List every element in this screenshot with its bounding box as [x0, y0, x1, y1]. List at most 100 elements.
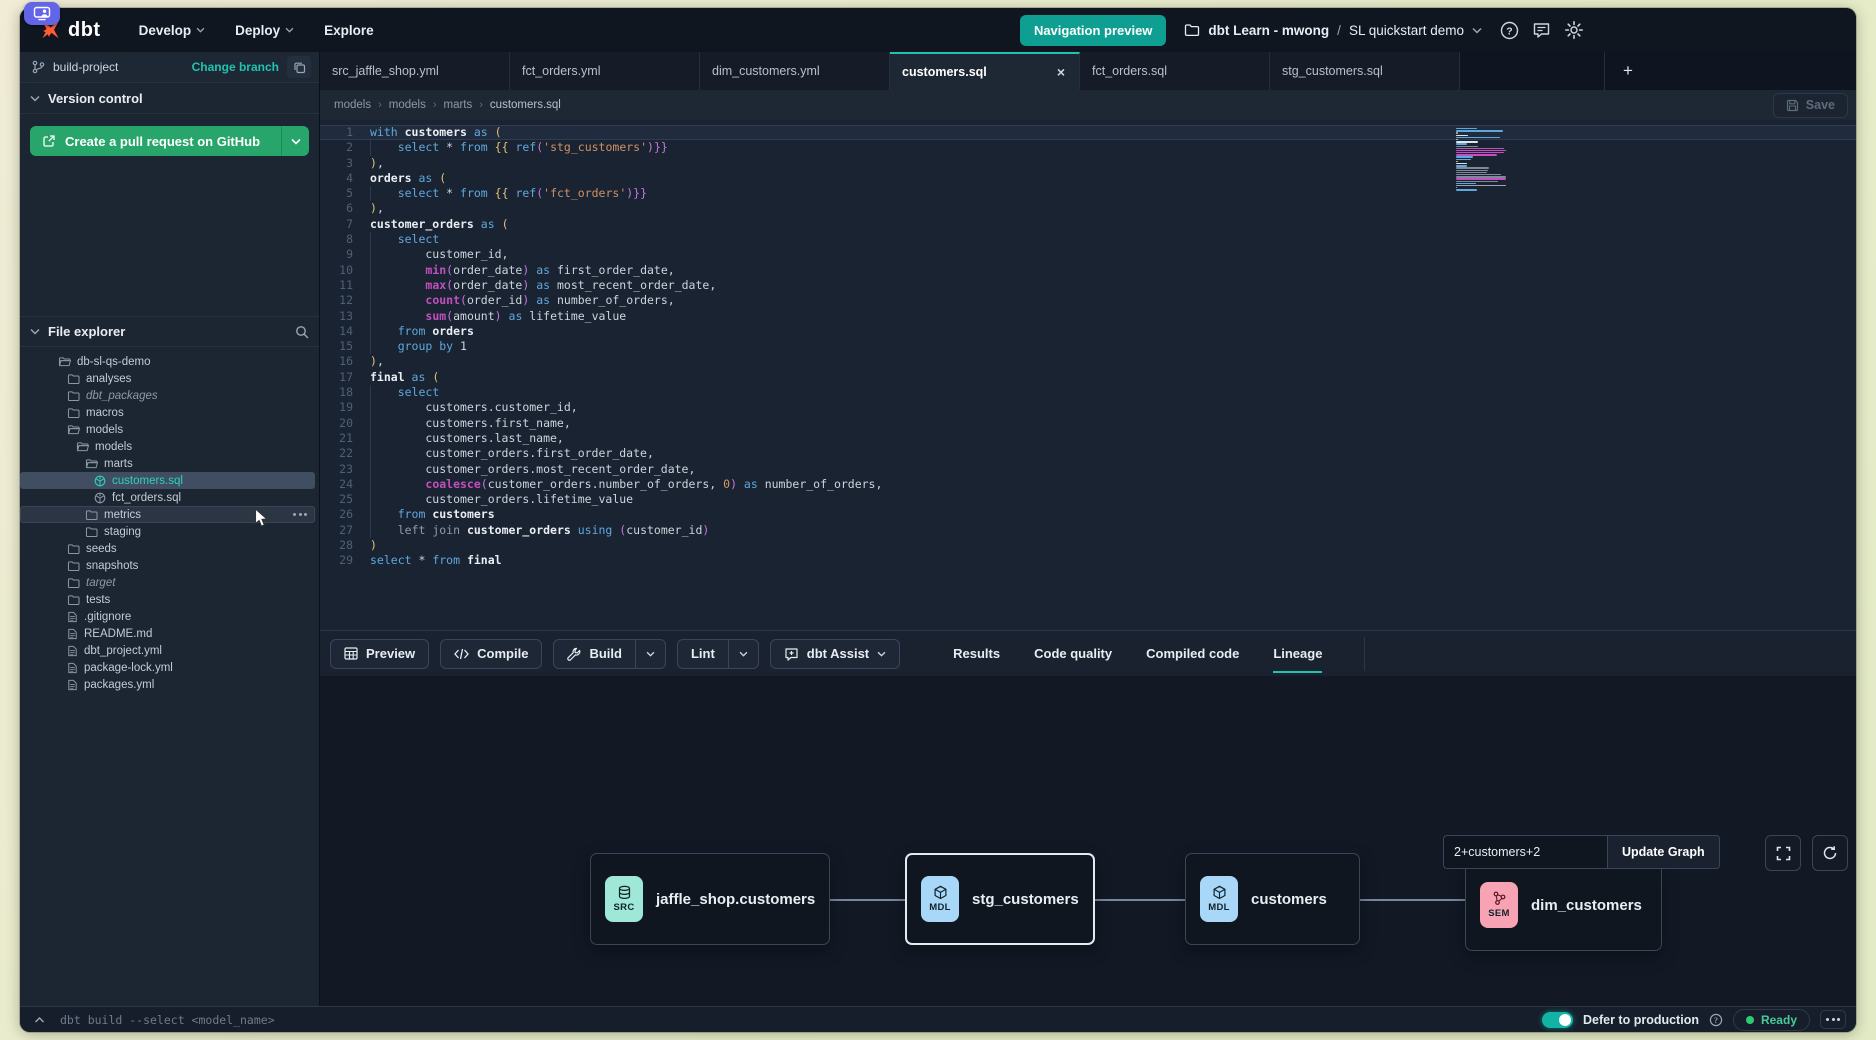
- editor-minimap[interactable]: [1456, 128, 1506, 191]
- code-editor[interactable]: 1 with customers as ( 2 select * from {{…: [320, 120, 1856, 630]
- tree-item-dbt-packages[interactable]: dbt_packages: [20, 387, 315, 404]
- code-line[interactable]: 1 with customers as (: [320, 125, 1856, 140]
- update-graph-button[interactable]: Update Graph: [1607, 835, 1720, 869]
- code-line[interactable]: 6 ),: [320, 201, 1856, 216]
- navigation-preview-button[interactable]: Navigation preview: [1020, 15, 1166, 46]
- tree-item-fct-orders-sql[interactable]: fct_orders.sql: [20, 489, 315, 506]
- code-line[interactable]: 12 count(order_id) as number_of_orders,: [320, 293, 1856, 308]
- code-line[interactable]: 14 from orders: [320, 324, 1856, 339]
- panel-tab-lineage[interactable]: Lineage: [1273, 638, 1322, 669]
- panel-tab-compiled-code[interactable]: Compiled code: [1146, 638, 1239, 669]
- search-icon[interactable]: [295, 325, 309, 339]
- copy-branch-button[interactable]: [287, 56, 311, 78]
- code-line[interactable]: 19 customers.customer_id,: [320, 400, 1856, 415]
- create-pull-request-button[interactable]: Create a pull request on GitHub: [30, 126, 281, 156]
- fullscreen-button[interactable]: [1765, 835, 1801, 871]
- pr-dropdown-button[interactable]: [281, 126, 309, 156]
- panel-tab-code-quality[interactable]: Code quality: [1034, 638, 1112, 669]
- tree-item-gitignore[interactable]: .gitignore: [20, 608, 315, 625]
- code-line[interactable]: 5 select * from {{ ref('fct_orders')}}: [320, 186, 1856, 201]
- close-tab-icon[interactable]: ×: [1055, 64, 1067, 80]
- menu-explore[interactable]: Explore: [312, 17, 386, 44]
- command-input[interactable]: [60, 1013, 400, 1027]
- tab-stg-customers-sql[interactable]: stg_customers.sql: [1270, 52, 1460, 90]
- tree-item-seeds[interactable]: seeds: [20, 540, 315, 557]
- code-line[interactable]: 4 orders as (: [320, 171, 1856, 186]
- save-button[interactable]: Save: [1773, 93, 1848, 118]
- tree-item-customers-sql[interactable]: customers.sql: [20, 472, 315, 489]
- file-explorer-header[interactable]: File explorer: [20, 316, 319, 347]
- tree-item-db-sl-qs-demo[interactable]: db-sl-qs-demo: [20, 353, 315, 370]
- code-line[interactable]: 25 customer_orders.lifetime_value: [320, 492, 1856, 507]
- tab-fct-orders-yml[interactable]: fct_orders.yml: [510, 52, 700, 90]
- tree-item-models[interactable]: models: [20, 421, 315, 438]
- code-line[interactable]: 27 left join customer_orders using (cust…: [320, 523, 1856, 538]
- code-line[interactable]: 10 min(order_date) as first_order_date,: [320, 263, 1856, 278]
- menu-deploy[interactable]: Deploy: [223, 17, 306, 44]
- build-dropdown-button[interactable]: [635, 640, 665, 668]
- code-line[interactable]: 13 sum(amount) as lifetime_value: [320, 309, 1856, 324]
- code-line[interactable]: 11 max(order_date) as most_recent_order_…: [320, 278, 1856, 293]
- tree-item-packages-yml[interactable]: packages.yml: [20, 676, 315, 693]
- ellipsis-icon[interactable]: [293, 513, 307, 516]
- tree-item-models[interactable]: models: [20, 438, 315, 455]
- project-breadcrumb[interactable]: dbt Learn - mwong / SL quickstart demo: [1184, 23, 1482, 38]
- tree-item-macros[interactable]: macros: [20, 404, 315, 421]
- new-tab-button[interactable]: +: [1605, 52, 1651, 90]
- tree-item-metrics[interactable]: metrics: [20, 506, 315, 523]
- lineage-node-customers[interactable]: MDL customers: [1185, 853, 1360, 945]
- command-expand-button[interactable]: [28, 1011, 50, 1029]
- tree-item-package-lock-yml[interactable]: package-lock.yml: [20, 659, 315, 676]
- tree-item-marts[interactable]: marts: [20, 455, 315, 472]
- preview-button[interactable]: Preview: [331, 640, 428, 668]
- tree-item-readme-md[interactable]: README.md: [20, 625, 315, 642]
- refresh-button[interactable]: [1812, 835, 1848, 871]
- panel-tab-results[interactable]: Results: [953, 638, 1000, 669]
- code-line[interactable]: 21 customers.last_name,: [320, 431, 1856, 446]
- change-branch-link[interactable]: Change branch: [192, 60, 279, 74]
- code-line[interactable]: 9 customer_id,: [320, 247, 1856, 262]
- lineage-node-jaffle-shop-customers[interactable]: SRC jaffle_shop.customers: [590, 853, 830, 945]
- build-button[interactable]: Build: [554, 640, 635, 668]
- code-line[interactable]: 2 select * from {{ ref('stg_customers')}…: [320, 140, 1856, 155]
- tree-item-snapshots[interactable]: snapshots: [20, 557, 315, 574]
- lineage-node-stg-customers[interactable]: MDL stg_customers: [905, 853, 1095, 945]
- tab-dim-customers-yml[interactable]: dim_customers.yml: [700, 52, 890, 90]
- code-line[interactable]: 7 customer_orders as (: [320, 217, 1856, 232]
- info-icon[interactable]: ?: [1709, 1013, 1723, 1027]
- help-icon[interactable]: ?: [1500, 21, 1519, 40]
- version-control-header[interactable]: Version control: [20, 83, 319, 114]
- code-line[interactable]: 28 ): [320, 538, 1856, 553]
- code-line[interactable]: 20 customers.first_name,: [320, 416, 1856, 431]
- dbt-assist-button[interactable]: dbt Assist: [771, 640, 899, 668]
- code-line[interactable]: 16 ),: [320, 354, 1856, 369]
- code-line[interactable]: 23 customer_orders.most_recent_order_dat…: [320, 462, 1856, 477]
- code-line[interactable]: 3 ),: [320, 156, 1856, 171]
- lint-button[interactable]: Lint: [678, 640, 728, 668]
- code-line[interactable]: 17 final as (: [320, 370, 1856, 385]
- tree-item-dbt-project-yml[interactable]: dbt_project.yml: [20, 642, 315, 659]
- code-line[interactable]: 22 customer_orders.first_order_date,: [320, 446, 1856, 461]
- tree-item-staging[interactable]: staging: [20, 523, 315, 540]
- tree-item-target[interactable]: target: [20, 574, 315, 591]
- lineage-search-input[interactable]: [1443, 835, 1607, 869]
- tab-src-jaffle-shop-yml[interactable]: src_jaffle_shop.yml: [320, 52, 510, 90]
- code-line[interactable]: 18 select: [320, 385, 1856, 400]
- menu-develop[interactable]: Develop: [127, 17, 218, 44]
- tree-item-analyses[interactable]: analyses: [20, 370, 315, 387]
- statusbar-more-button[interactable]: [1820, 1010, 1846, 1029]
- lint-dropdown-button[interactable]: [728, 640, 758, 668]
- code-line[interactable]: 24 coalesce(customer_orders.number_of_or…: [320, 477, 1856, 492]
- tab-fct-orders-sql[interactable]: fct_orders.sql: [1080, 52, 1270, 90]
- settings-gear-icon[interactable]: [1564, 20, 1584, 40]
- code-line[interactable]: 29 select * from final: [320, 553, 1856, 568]
- code-line[interactable]: 8 select: [320, 232, 1856, 247]
- compile-button[interactable]: Compile: [441, 640, 541, 668]
- defer-to-production-toggle[interactable]: [1542, 1012, 1573, 1028]
- tree-item-tests[interactable]: tests: [20, 591, 315, 608]
- code-line[interactable]: 26 from customers: [320, 507, 1856, 522]
- tab-customers-sql[interactable]: customers.sql ×: [890, 52, 1080, 90]
- feedback-icon[interactable]: [1532, 21, 1551, 40]
- lineage-node-dim-customers[interactable]: SEM dim_customers: [1465, 859, 1662, 951]
- code-line[interactable]: 15 group by 1: [320, 339, 1856, 354]
